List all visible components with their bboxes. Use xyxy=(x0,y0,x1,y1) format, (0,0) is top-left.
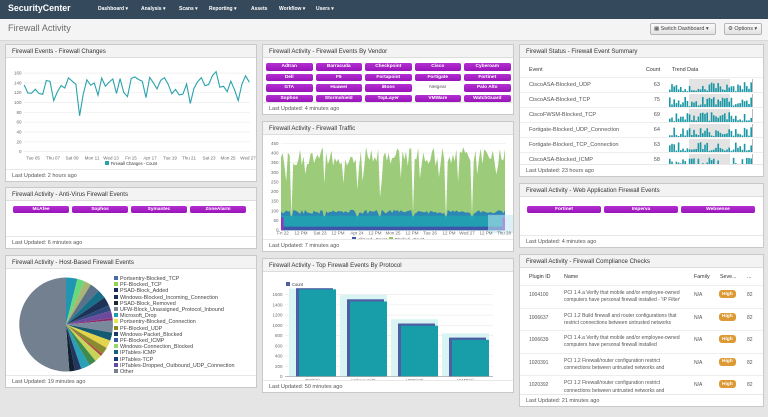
svg-text:1400: 1400 xyxy=(272,302,283,307)
svg-text:20: 20 xyxy=(16,139,22,144)
svg-text:400: 400 xyxy=(275,354,283,359)
svg-text:350: 350 xyxy=(271,160,279,165)
svg-text:12 PM: 12 PM xyxy=(479,231,492,236)
svg-text:12 PM: 12 PM xyxy=(331,231,344,236)
svg-text:450: 450 xyxy=(271,141,279,146)
svg-text:12 PM: 12 PM xyxy=(442,231,455,236)
svg-text:1000: 1000 xyxy=(272,323,283,328)
svg-text:100: 100 xyxy=(14,100,22,105)
svg-text:160: 160 xyxy=(14,71,22,76)
svg-text:40: 40 xyxy=(16,130,22,135)
svg-text:Wed 27: Wed 27 xyxy=(459,231,475,236)
svg-text:Fri 22: Fri 22 xyxy=(277,231,289,236)
svg-text:Apr 24: Apr 24 xyxy=(350,231,364,236)
svg-text:150: 150 xyxy=(271,199,279,204)
svg-text:12 PM: 12 PM xyxy=(405,231,418,236)
svg-text:400: 400 xyxy=(271,151,279,156)
svg-text:12 PM: 12 PM xyxy=(294,231,307,236)
svg-text:250: 250 xyxy=(271,179,279,184)
svg-text:1200: 1200 xyxy=(272,313,283,318)
svg-text:1600: 1600 xyxy=(272,292,283,297)
svg-text:Tue 26: Tue 26 xyxy=(423,231,437,236)
svg-text:Mon 25: Mon 25 xyxy=(385,231,401,236)
svg-text:50: 50 xyxy=(273,218,279,223)
svg-text:800: 800 xyxy=(275,333,283,338)
svg-text:140: 140 xyxy=(14,80,22,85)
svg-text:100: 100 xyxy=(271,208,279,213)
svg-text:0: 0 xyxy=(280,374,283,379)
svg-text:200: 200 xyxy=(271,189,279,194)
svg-text:120: 120 xyxy=(14,90,22,95)
svg-text:200: 200 xyxy=(275,364,283,369)
svg-text:Sat 23: Sat 23 xyxy=(313,231,327,236)
svg-text:300: 300 xyxy=(271,170,279,175)
svg-text:60: 60 xyxy=(16,120,22,125)
svg-text:12 PM: 12 PM xyxy=(368,231,381,236)
svg-text:80: 80 xyxy=(16,110,22,115)
svg-text:0: 0 xyxy=(19,149,22,154)
svg-text:600: 600 xyxy=(275,343,283,348)
svg-text:Thu 28: Thu 28 xyxy=(497,231,512,236)
